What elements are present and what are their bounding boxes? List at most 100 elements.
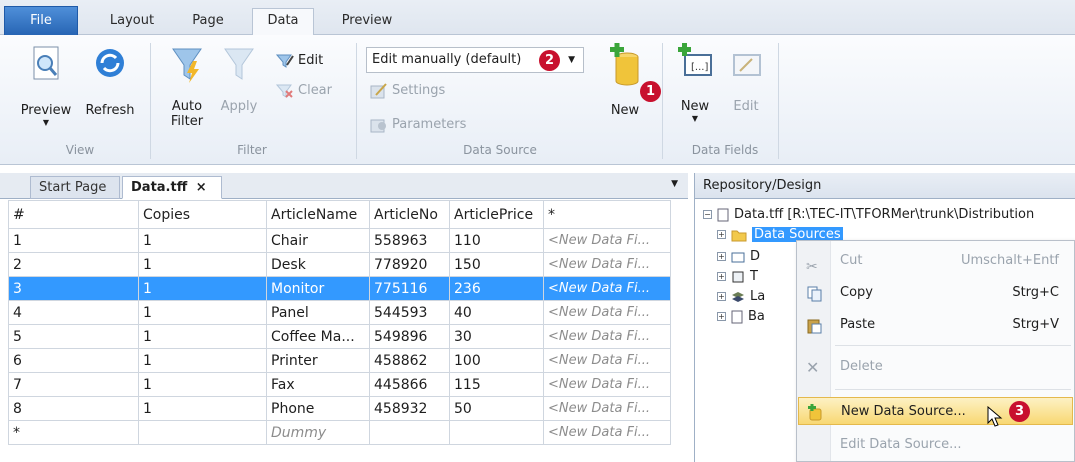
cell[interactable]: 30	[449, 324, 544, 349]
cell[interactable]: <New Data Fi...	[543, 300, 671, 325]
cell[interactable]: 1	[138, 276, 267, 301]
cell[interactable]: 7	[8, 372, 139, 397]
cell[interactable]: 458862	[369, 348, 450, 373]
cell[interactable]: 110	[449, 228, 544, 253]
apply-button[interactable]: Apply	[216, 43, 262, 114]
cell[interactable]: Chair	[266, 228, 370, 253]
cell[interactable]: <New Data Fi...	[543, 348, 671, 373]
column-header[interactable]: ArticlePrice	[449, 200, 544, 229]
edit-data-field-button[interactable]: Edit	[726, 43, 766, 114]
cell[interactable]: 50	[449, 396, 544, 421]
expand-icon[interactable]: +	[717, 252, 726, 261]
cell[interactable]: 549896	[369, 324, 450, 349]
column-header[interactable]: Copies	[138, 200, 267, 229]
expand-icon[interactable]: +	[717, 292, 726, 301]
cell[interactable]: <New Data Fi...	[543, 396, 671, 421]
tab-start-page[interactable]: Start Page	[30, 176, 120, 199]
close-icon[interactable]: ×	[196, 180, 207, 195]
table-row[interactable]: 2 1 Desk 778920 150 <New Data Fi...	[8, 252, 671, 277]
table-row[interactable]: 1 1 Chair 558963 110 <New Data Fi...	[8, 228, 671, 253]
cell[interactable]: 2	[8, 252, 139, 277]
table-row[interactable]: 5 1 Coffee Ma... 549896 30 <New Data Fi...	[8, 324, 671, 349]
cell[interactable]: <New Data Fi...	[543, 324, 671, 349]
menu-item-copy[interactable]: Copy Strg+C	[798, 279, 1073, 307]
cell[interactable]: 558963	[369, 228, 450, 253]
cell[interactable]: 1	[138, 396, 267, 421]
cell[interactable]: 1	[138, 252, 267, 277]
filter-clear-button[interactable]: Clear	[276, 81, 332, 101]
cell[interactable]: 1	[138, 300, 267, 325]
tab-preview[interactable]: Preview	[330, 9, 404, 35]
menu-item-new-data-source[interactable]: New Data Source... 3	[798, 397, 1073, 427]
cell[interactable]: 778920	[369, 252, 450, 277]
cell[interactable]: 100	[449, 348, 544, 373]
cell[interactable]: 1	[138, 324, 267, 349]
settings-button[interactable]: Settings	[370, 81, 445, 101]
expand-icon[interactable]: +	[717, 312, 726, 321]
table-row[interactable]: 6 1 Printer 458862 100 <New Data Fi...	[8, 348, 671, 373]
table-row-new[interactable]: * Dummy <New Data Fi...	[8, 420, 671, 445]
refresh-button[interactable]: Refresh	[80, 43, 140, 118]
new-data-field-button[interactable]: [...] New ▼	[674, 43, 716, 123]
cell[interactable]: 4	[8, 300, 139, 325]
auto-filter-button[interactable]: Auto Filter	[162, 43, 212, 129]
cell[interactable]: 445866	[369, 372, 450, 397]
cell[interactable]: Phone	[266, 396, 370, 421]
table-row[interactable]: 4 1 Panel 544593 40 <New Data Fi...	[8, 300, 671, 325]
cell[interactable]: *	[8, 420, 139, 445]
cell[interactable]: 458932	[369, 396, 450, 421]
cell[interactable]: <New Data Fi...	[543, 420, 671, 445]
cell[interactable]: Printer	[266, 348, 370, 373]
tree-root[interactable]: − Data.tff [R:\TEC-IT\TFORMer\trunk\Dist…	[703, 205, 1034, 224]
tree-item[interactable]: + La	[717, 287, 765, 306]
tree-item[interactable]: + T	[717, 267, 758, 286]
cell[interactable]: Monitor	[266, 276, 370, 301]
tree-item[interactable]: + Ba	[717, 307, 765, 326]
expand-icon[interactable]: +	[717, 230, 726, 239]
table-row[interactable]: 7 1 Fax 445866 115 <New Data Fi...	[8, 372, 671, 397]
tab-data[interactable]: Data	[252, 8, 314, 36]
cell[interactable]: 40	[449, 300, 544, 325]
menu-item-paste[interactable]: Paste Strg+V	[798, 311, 1073, 339]
cell[interactable]	[369, 420, 450, 445]
table-row-selected[interactable]: 3 1 Monitor 775116 236 <New Data Fi...	[8, 276, 671, 301]
collapse-icon[interactable]: −	[703, 210, 712, 219]
cell[interactable]: Dummy	[266, 420, 370, 445]
cell[interactable]: 8	[8, 396, 139, 421]
cell[interactable]: 544593	[369, 300, 450, 325]
tree-item[interactable]: + D	[717, 247, 760, 266]
cell[interactable]: 1	[138, 372, 267, 397]
cell[interactable]: 6	[8, 348, 139, 373]
cell[interactable]: Panel	[266, 300, 370, 325]
cell[interactable]: 775116	[369, 276, 450, 301]
cell[interactable]: <New Data Fi...	[543, 372, 671, 397]
tab-page[interactable]: Page	[180, 9, 236, 35]
tab-file[interactable]: File	[4, 6, 78, 35]
parameters-button[interactable]: Parameters	[370, 115, 466, 135]
new-data-source-button[interactable]: New	[600, 43, 650, 118]
menu-item-delete[interactable]: ✕ Delete	[798, 353, 1073, 381]
cell[interactable]: 115	[449, 372, 544, 397]
preview-button[interactable]: Preview ▼	[14, 43, 78, 127]
menu-item-cut[interactable]: ✂ Cut Umschalt+Entf	[798, 247, 1073, 275]
cell[interactable]: 1	[138, 228, 267, 253]
table-row[interactable]: 8 1 Phone 458932 50 <New Data Fi...	[8, 396, 671, 421]
column-header[interactable]: *	[543, 200, 671, 229]
cell[interactable]	[449, 420, 544, 445]
tab-data-tff[interactable]: Data.tff ×	[122, 176, 222, 199]
cell[interactable]: <New Data Fi...	[543, 276, 671, 301]
tab-layout[interactable]: Layout	[100, 9, 164, 35]
cell[interactable]	[138, 420, 267, 445]
cell[interactable]: <New Data Fi...	[543, 228, 671, 253]
column-header[interactable]: ArticleName	[266, 200, 370, 229]
filter-edit-button[interactable]: Edit	[276, 51, 323, 71]
cell[interactable]: Fax	[266, 372, 370, 397]
cell[interactable]: 5	[8, 324, 139, 349]
tab-list-dropdown-icon[interactable]: ▼	[671, 179, 678, 189]
cell[interactable]: Desk	[266, 252, 370, 277]
column-header[interactable]: #	[8, 200, 139, 229]
data-source-combo[interactable]: Edit manually (default) 2 ▼	[366, 47, 584, 73]
menu-item-edit-data-source[interactable]: Edit Data Source...	[798, 431, 1073, 459]
cell[interactable]: 1	[8, 228, 139, 253]
column-header[interactable]: ArticleNo	[369, 200, 450, 229]
